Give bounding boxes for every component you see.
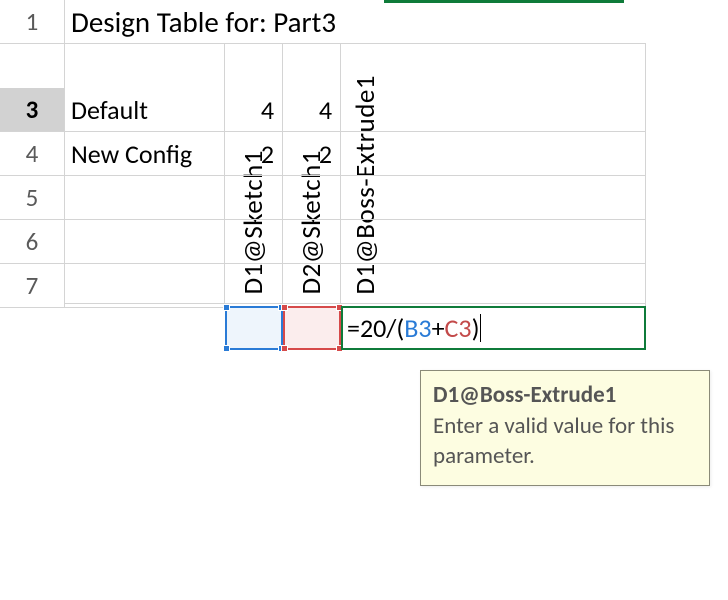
row-header-6[interactable]: 6 — [0, 220, 65, 264]
config-name-cell[interactable]: Default — [65, 88, 225, 132]
cell-e6[interactable] — [341, 220, 646, 264]
cell-e7[interactable] — [341, 264, 646, 308]
formula-text: ) — [472, 312, 480, 344]
tooltip-body: Enter a valid value for this parameter. — [433, 412, 697, 471]
row-header-7[interactable]: 7 — [0, 264, 65, 308]
cell-b4[interactable]: 2 — [225, 132, 283, 176]
formula-ref-highlight-b3 — [225, 306, 283, 350]
cell-d5[interactable] — [283, 176, 341, 220]
row-header-1[interactable]: 1 — [0, 0, 65, 44]
cell-d7[interactable] — [283, 264, 341, 308]
text-caret — [480, 314, 481, 342]
cell-e5[interactable] — [341, 176, 646, 220]
formula-ref-highlight-c3 — [283, 306, 341, 350]
design-table-title: Design Table for: Part3 — [71, 4, 336, 40]
config-name-cell[interactable]: New Config — [65, 132, 225, 176]
row-header-3[interactable]: 3 — [0, 88, 65, 132]
cell-d4[interactable] — [341, 132, 646, 176]
cell-d3[interactable] — [341, 88, 646, 132]
cell-b6[interactable] — [65, 220, 225, 264]
cell-b7[interactable] — [65, 264, 225, 308]
cell-c5[interactable] — [225, 176, 283, 220]
cell-b5[interactable] — [65, 176, 225, 220]
tooltip-title: D1@Boss-Extrude1 — [433, 381, 697, 410]
design-table-title-cell[interactable]: Design Table for: Part3 — [65, 0, 646, 44]
cell-d6[interactable] — [283, 220, 341, 264]
spreadsheet-grid: 1 Design Table for: Part3 2 D1@Sketch1 D… — [0, 0, 728, 308]
parameter-tooltip: D1@Boss-Extrude1 Enter a valid value for… — [420, 370, 710, 486]
cell-c3[interactable]: 4 — [283, 88, 341, 132]
formula-ref-b3: B3 — [404, 312, 431, 344]
cell-b3[interactable]: 4 — [225, 88, 283, 132]
cell-c4[interactable]: 2 — [283, 132, 341, 176]
formula-editor[interactable]: =20/(B3+C3) — [341, 306, 646, 350]
cell-c6[interactable] — [225, 220, 283, 264]
formula-text: =20/( — [347, 312, 404, 344]
formula-ref-c3: C3 — [445, 312, 472, 344]
formula-text: + — [432, 312, 445, 344]
row-header-4[interactable]: 4 — [0, 132, 65, 176]
cell-c7[interactable] — [225, 264, 283, 308]
row-header-5[interactable]: 5 — [0, 176, 65, 220]
